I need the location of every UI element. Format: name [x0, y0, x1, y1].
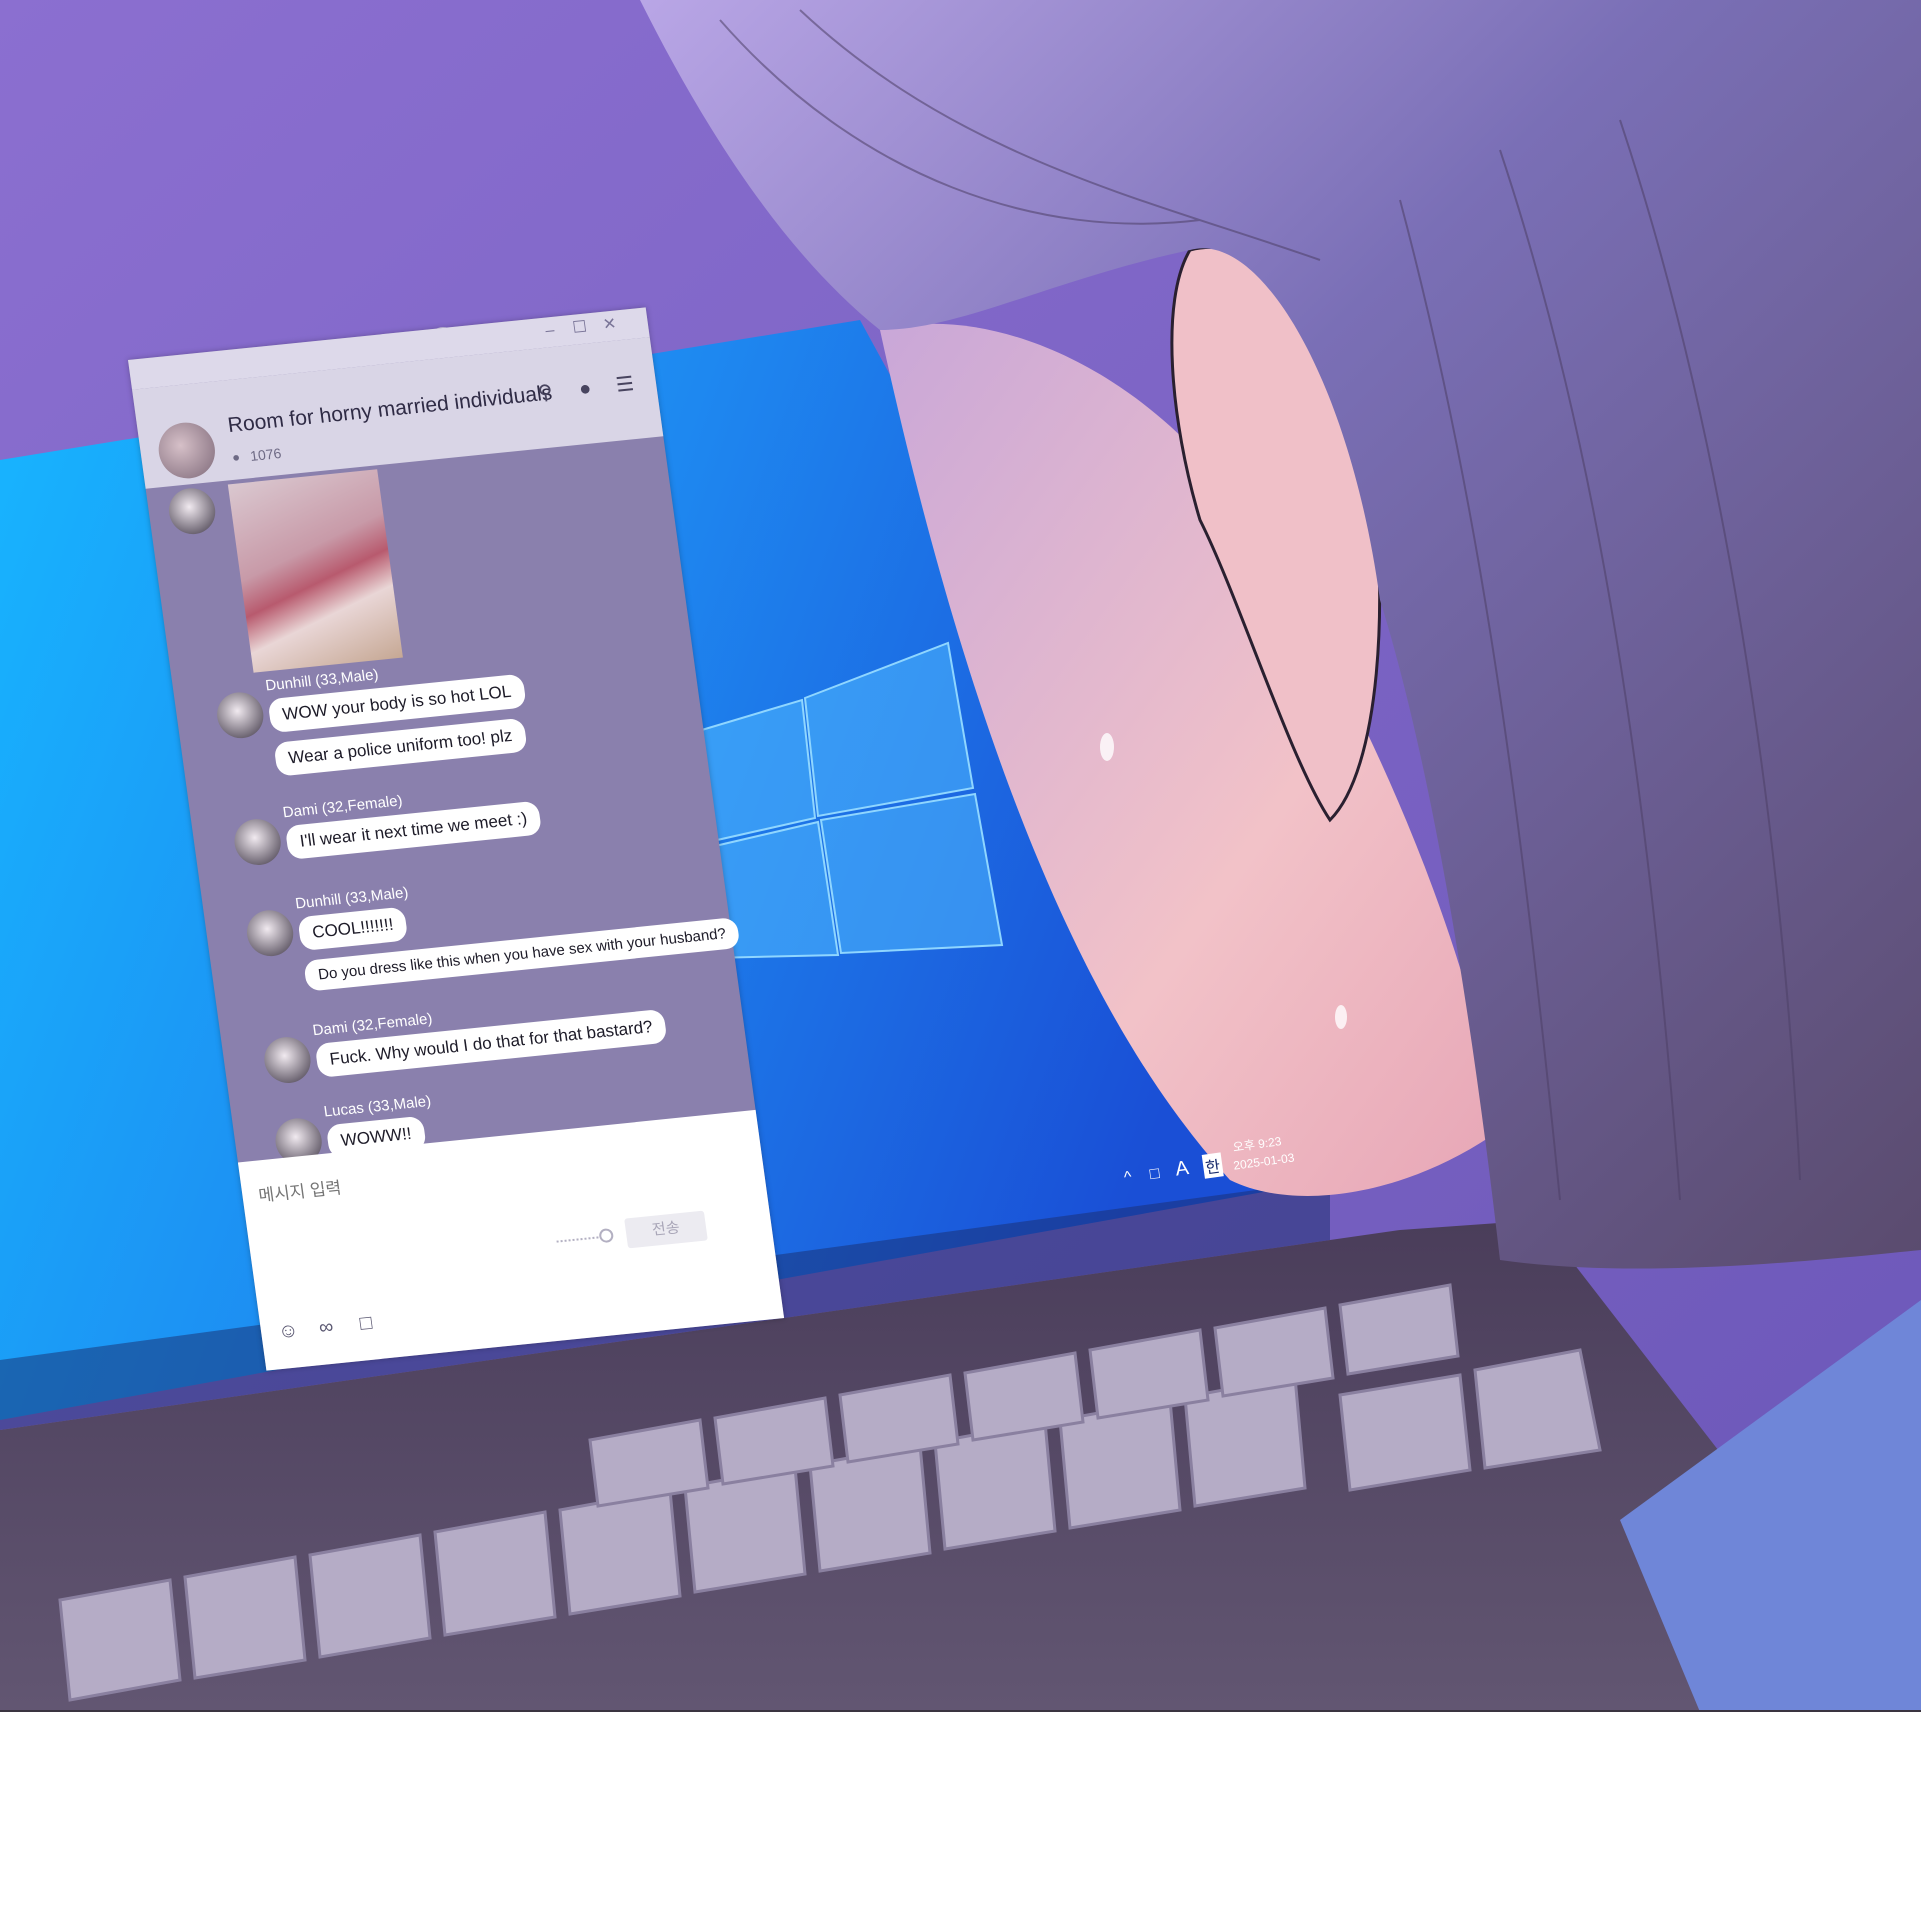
- sweat-drop: [1100, 733, 1114, 761]
- attachment-icon[interactable]: ∞: [311, 1313, 340, 1341]
- slider-handle[interactable]: [598, 1227, 615, 1244]
- member-icon: ●: [231, 449, 242, 465]
- avatar[interactable]: [166, 486, 219, 537]
- room-title: Room for horny married individuals: [226, 381, 554, 438]
- message-list[interactable]: Dunhill (33,Male) WOW your body is so ho…: [146, 436, 756, 1167]
- comic-panel: – ☐ ✕ Room for horny married individuals…: [0, 0, 1921, 1712]
- room-avatar[interactable]: [155, 419, 219, 482]
- avatar[interactable]: [261, 1034, 314, 1086]
- menu-icon[interactable]: ☰: [610, 371, 639, 399]
- maximize-icon[interactable]: ☐: [569, 317, 592, 339]
- message-bubble[interactable]: COOL!!!!!!!: [297, 906, 409, 952]
- emoji-icon[interactable]: ☺: [274, 1317, 303, 1345]
- member-count: 1076: [249, 445, 283, 465]
- slider-track[interactable]: [556, 1235, 603, 1245]
- avatar[interactable]: [214, 690, 267, 741]
- avatar[interactable]: [244, 908, 297, 959]
- close-icon[interactable]: ✕: [598, 314, 621, 336]
- microphone-icon[interactable]: ●: [570, 375, 599, 403]
- send-button[interactable]: 전송: [624, 1210, 708, 1249]
- avatar[interactable]: [231, 816, 284, 868]
- crop-icon[interactable]: □: [351, 1309, 380, 1337]
- minimize-icon[interactable]: –: [539, 320, 562, 342]
- sender-name: Lucas (33,Male): [322, 1092, 433, 1121]
- shared-photo[interactable]: [227, 469, 403, 673]
- sweat-drop: [1335, 1005, 1347, 1029]
- search-icon[interactable]: ⚲: [531, 379, 560, 407]
